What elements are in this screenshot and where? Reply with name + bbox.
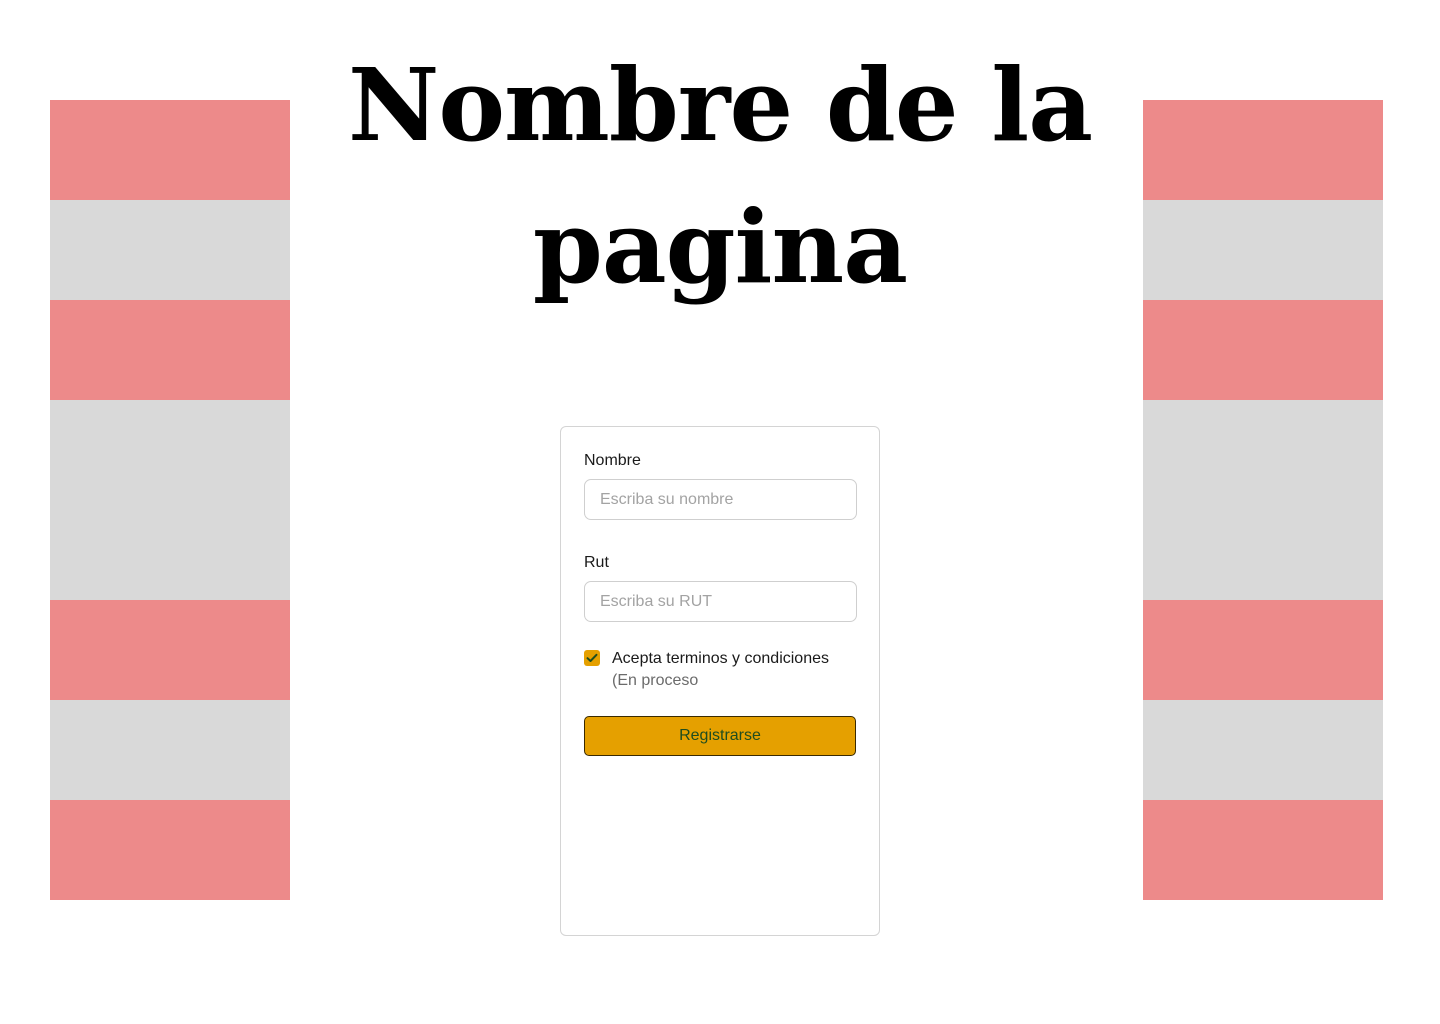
- stripe-gray: [50, 700, 290, 800]
- stripe-gray: [50, 400, 290, 600]
- stripe-pink: [50, 800, 290, 900]
- stripe-pink: [1143, 100, 1383, 200]
- rut-label: Rut: [584, 554, 609, 571]
- right-decorative-column: [1143, 100, 1383, 900]
- stripe-pink: [50, 100, 290, 200]
- stripe-pink: [1143, 800, 1383, 900]
- registration-form: Nombre Rut Acepta terminos y condiciones…: [560, 426, 880, 936]
- terms-label[interactable]: Acepta terminos y condiciones: [612, 648, 829, 670]
- rut-field-group: Rut: [584, 553, 857, 622]
- rut-input[interactable]: [584, 581, 857, 622]
- name-input[interactable]: [584, 479, 857, 520]
- name-field-group: Nombre: [584, 451, 857, 520]
- stripe-gray: [50, 200, 290, 300]
- terms-checkbox[interactable]: [584, 650, 600, 666]
- page-title: Nombre de la pagina: [347, 46, 1093, 306]
- left-decorative-column: [50, 100, 290, 900]
- stripe-pink: [50, 600, 290, 700]
- stripe-gray: [1143, 700, 1383, 800]
- stripe-gray: [1143, 200, 1383, 300]
- stripe-gray: [1143, 400, 1383, 600]
- stripe-pink: [1143, 600, 1383, 700]
- register-button[interactable]: Registrarse: [584, 716, 856, 756]
- stripe-pink: [1143, 300, 1383, 400]
- name-label: Nombre: [584, 452, 641, 469]
- checkmark-icon: [586, 653, 598, 662]
- terms-status: (En proceso: [612, 672, 699, 689]
- stripe-pink: [50, 300, 290, 400]
- terms-row: Acepta terminos y condiciones (En proces…: [584, 648, 856, 692]
- terms-text: Acepta terminos y condiciones (En proces…: [612, 648, 829, 692]
